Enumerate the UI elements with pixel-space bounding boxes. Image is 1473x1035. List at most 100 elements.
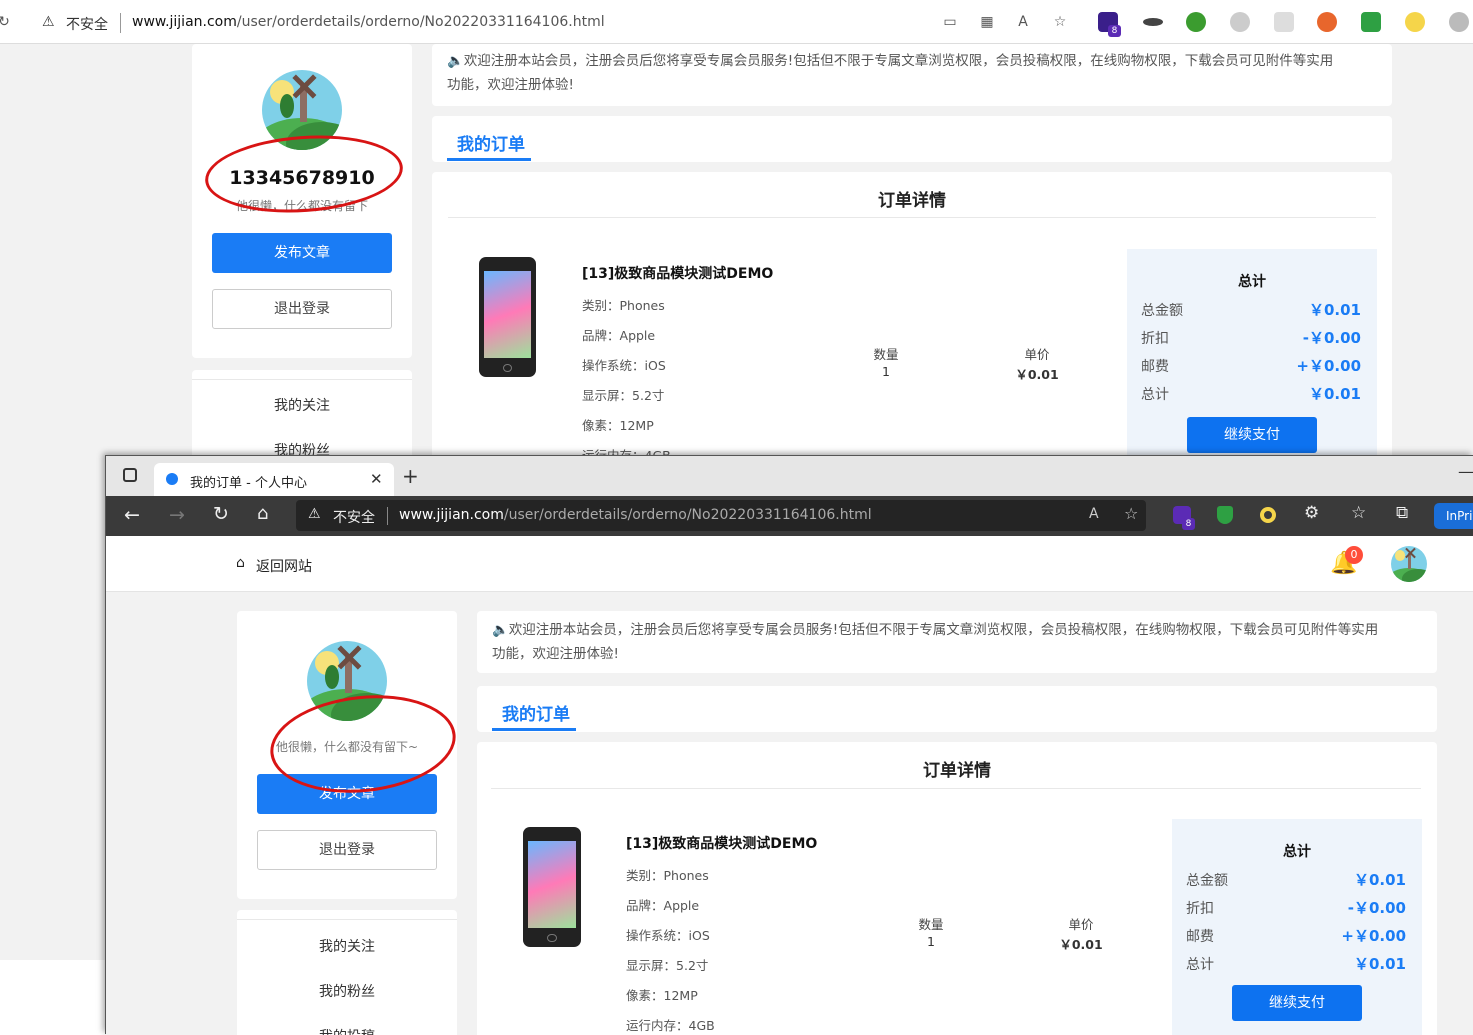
reader-view-icon[interactable]: ▭ xyxy=(940,12,960,32)
continue-payment-button[interactable]: 继续支付 xyxy=(1187,417,1317,453)
app-grid-icon[interactable]: ▦ xyxy=(977,12,997,32)
product-image[interactable] xyxy=(523,827,581,947)
url-text[interactable]: www.jijian.com/user/orderdetails/orderno… xyxy=(399,507,872,523)
price-header: 单价 xyxy=(1068,917,1094,932)
favorite-add-icon[interactable]: ☆ xyxy=(1124,504,1138,523)
tab-strip: 我的订单 - 个人中心 ✕ + — xyxy=(106,456,1473,496)
notice-text: 🔈欢迎注册本站会员，注册会员后您将享受专属会员服务!包括但不限于专属文章浏览权限… xyxy=(492,622,1379,662)
tab-my-orders[interactable]: 我的订单 xyxy=(502,700,570,725)
favorites-icon[interactable]: ☆ xyxy=(1351,503,1366,523)
favorite-add-icon[interactable]: ☆ xyxy=(1050,12,1070,32)
gear-extension-icon[interactable] xyxy=(1186,12,1206,32)
header-avatar[interactable] xyxy=(1391,546,1427,582)
close-tab-icon[interactable]: ✕ xyxy=(370,470,383,488)
link-extension-icon[interactable] xyxy=(1230,12,1250,32)
attr-brand: 品牌：Apple xyxy=(582,328,656,343)
discount-value: -￥0.00 xyxy=(1302,329,1361,347)
tab-title: 我的订单 - 个人中心 xyxy=(190,476,307,491)
attr-ram: 运行内存：4GB xyxy=(626,1018,715,1033)
tab-bar: 我的订单 xyxy=(432,116,1392,162)
product-name[interactable]: [13]极致商品模块测试DEMO xyxy=(582,263,773,283)
url-path: /user/orderdetails/orderno/No20220331164… xyxy=(236,14,605,30)
total-amount-value: ￥0.01 xyxy=(1308,301,1361,319)
divider xyxy=(387,507,388,525)
qty-value: 1 xyxy=(882,364,890,379)
discount-label: 折扣 xyxy=(1141,331,1169,347)
product-name[interactable]: [13]极致商品模块测试DEMO xyxy=(626,833,817,853)
totals-box: 总计 总金额 ￥0.01 折扣 -￥0.00 邮费 +￥0.00 总计 ￥0.0… xyxy=(1127,249,1377,462)
logout-button[interactable]: 退出登录 xyxy=(257,830,437,870)
insecure-label[interactable]: 不安全 xyxy=(333,507,375,527)
home-icon: ⌂ xyxy=(236,555,245,571)
puzzle-extension-icon[interactable] xyxy=(1449,12,1469,32)
publish-article-button[interactable]: 发布文章 xyxy=(212,233,392,273)
discount-value: -￥0.00 xyxy=(1347,899,1406,917)
refresh-icon[interactable]: ↻ xyxy=(213,503,229,525)
tab-actions-icon[interactable] xyxy=(123,468,137,482)
url-path: /user/orderdetails/orderno/No20220331164… xyxy=(503,507,872,523)
inprivate-badge[interactable]: InPriv xyxy=(1434,503,1473,529)
grand-total-label: 总计 xyxy=(1186,957,1214,973)
grand-total-label: 总计 xyxy=(1141,387,1169,403)
shield-extension-icon[interactable] xyxy=(1217,506,1233,524)
shipping-value: +￥0.00 xyxy=(1341,927,1406,945)
notice-card: 🔈欢迎注册本站会员，注册会员后您将享受专属会员服务!包括但不限于专属文章浏览权限… xyxy=(432,44,1392,106)
read-aloud-icon[interactable]: A xyxy=(1089,506,1099,522)
navigation-bar: ← → ↻ ⌂ ⚠ 不安全 www.jijian.com/user/orderd… xyxy=(106,496,1473,536)
back-to-site-link[interactable]: 返回网站 xyxy=(256,556,312,576)
hat-extension-icon[interactable] xyxy=(1143,18,1163,26)
insecure-label[interactable]: 不安全 xyxy=(66,14,108,34)
total-amount-label: 总金额 xyxy=(1141,303,1183,319)
order-detail-card: 订单详情 [13]极致商品模块测试DEMO 类别：Phones 品牌：Apple… xyxy=(432,172,1392,463)
url-text[interactable]: www.jijian.com/user/orderdetails/orderno… xyxy=(132,14,605,30)
warning-icon: ⚠ xyxy=(42,14,55,30)
logout-button[interactable]: 退出登录 xyxy=(212,289,392,329)
cookie-extension-icon[interactable] xyxy=(1317,12,1337,32)
attr-pixels: 像素：12MP xyxy=(582,418,654,433)
totals-box: 总计 总金额 ￥0.01 折扣 -￥0.00 邮费 +￥0.00 总计 ￥0.0… xyxy=(1172,819,1422,1035)
product-image[interactable] xyxy=(479,257,536,377)
read-aloud-icon[interactable]: A xyxy=(1013,12,1033,32)
menu-item-fans[interactable]: 我的粉丝 xyxy=(237,981,457,1001)
warning-icon: ⚠ xyxy=(308,506,321,522)
browser-tab[interactable]: 我的订单 - 个人中心 ✕ xyxy=(154,463,394,496)
circle-extension-icon[interactable] xyxy=(1260,507,1276,523)
attr-screen: 显示屏：5.2寸 xyxy=(582,388,665,403)
tab-underline xyxy=(447,158,531,161)
puzzle-icon[interactable]: ⚙ xyxy=(1304,503,1319,523)
menu-item-following[interactable]: 我的关注 xyxy=(237,936,457,956)
favicon-icon xyxy=(166,473,178,485)
address-bar[interactable]: ⚠ 不安全 www.jijian.com/user/orderdetails/o… xyxy=(296,500,1146,531)
attr-os: 操作系统：iOS xyxy=(582,358,666,373)
minimize-icon[interactable]: — xyxy=(1458,462,1473,481)
front-browser-window: 我的订单 - 个人中心 ✕ + — ← → ↻ ⌂ ⚠ 不安全 www.jiji… xyxy=(105,455,1473,1035)
new-tab-icon[interactable]: + xyxy=(402,464,419,488)
forward-arrow-icon[interactable]: → xyxy=(169,504,185,526)
tab-bar: 我的订单 xyxy=(477,686,1437,732)
attr-os: 操作系统：iOS xyxy=(626,928,710,943)
price-value: ￥0.01 xyxy=(1059,937,1103,952)
price-header: 单价 xyxy=(1024,347,1050,362)
circle-extension-icon[interactable] xyxy=(1405,12,1425,32)
qty-header: 数量 xyxy=(873,347,899,362)
tab-underline xyxy=(492,728,576,731)
shield-extension-icon[interactable] xyxy=(1361,12,1381,32)
continue-payment-button[interactable]: 继续支付 xyxy=(1232,985,1362,1021)
grand-total-value: ￥0.01 xyxy=(1353,955,1406,973)
tab-my-orders[interactable]: 我的订单 xyxy=(457,130,525,155)
menu-item-following[interactable]: 我的关注 xyxy=(192,395,412,415)
notice-card: 🔈欢迎注册本站会员，注册会员后您将享受专属会员服务!包括但不限于专属文章浏览权限… xyxy=(477,611,1437,673)
back-arrow-icon[interactable]: ← xyxy=(124,504,140,526)
site-header: ⌂ 返回网站 🔔 0 xyxy=(106,536,1473,592)
home-icon[interactable]: ⌂ xyxy=(257,503,268,524)
front-page: 他很懒，什么都没有留下~ 发布文章 退出登录 我的关注 我的粉丝 我的投稿 🔈欢… xyxy=(106,592,1473,1035)
collections-icon[interactable]: ⧉ xyxy=(1396,503,1408,523)
section-title: 订单详情 xyxy=(878,191,946,211)
refresh-icon[interactable]: ↻ xyxy=(0,12,14,32)
attr-category: 类别：Phones xyxy=(582,298,665,313)
price-value: ￥0.01 xyxy=(1015,367,1059,382)
attr-screen: 显示屏：5.2寸 xyxy=(626,958,709,973)
ip-extension-icon[interactable] xyxy=(1274,12,1294,32)
attr-category: 类别：Phones xyxy=(626,868,709,883)
qty-header: 数量 xyxy=(918,917,944,932)
